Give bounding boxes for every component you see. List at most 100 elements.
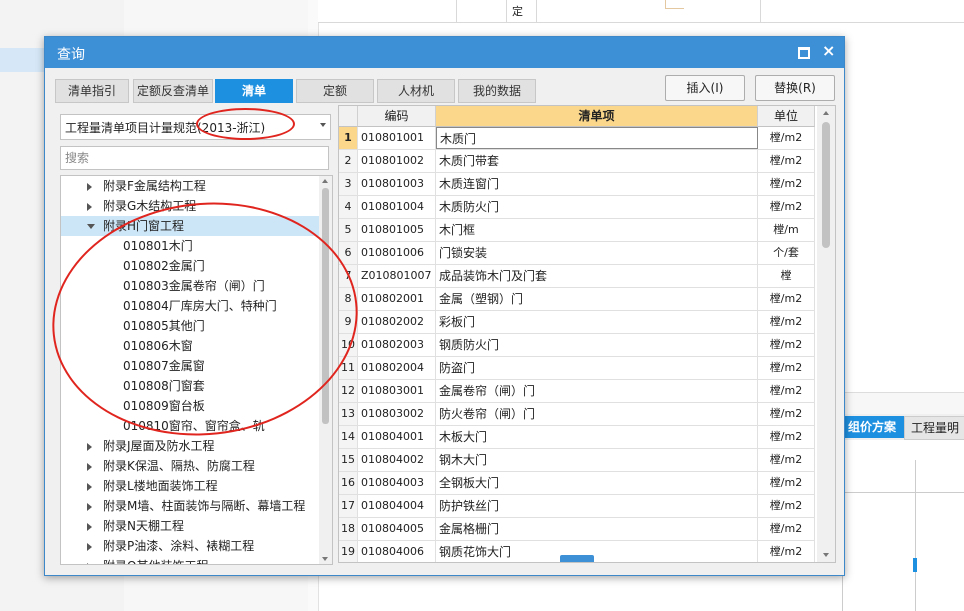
tree-node[interactable]: 附录F金属结构工程 — [61, 176, 319, 196]
row-number-cell[interactable]: 1 — [339, 127, 358, 149]
unit-cell[interactable]: 樘/m2 — [758, 173, 815, 195]
unit-cell[interactable]: 樘/m2 — [758, 196, 815, 218]
row-number-cell[interactable]: 15 — [339, 449, 358, 471]
table-row[interactable]: 10 010802003 钢质防火门 樘/m2 — [339, 334, 815, 357]
tab-quota[interactable]: 定额 — [296, 79, 374, 103]
unit-cell[interactable]: 樘/m2 — [758, 449, 815, 471]
row-number-cell[interactable]: 12 — [339, 380, 358, 402]
table-row[interactable]: 18 010804005 金属格栅门 樘/m2 — [339, 518, 815, 541]
expanded-arrow-icon[interactable] — [87, 224, 95, 229]
collapsed-arrow-icon[interactable] — [87, 543, 92, 551]
table-row[interactable]: 4 010801004 木质防火门 樘/m2 — [339, 196, 815, 219]
tree-node[interactable]: 附录J屋面及防水工程 — [61, 436, 319, 456]
item-name-cell[interactable]: 门锁安装 — [436, 242, 758, 264]
item-name-cell[interactable]: 全钢板大门 — [436, 472, 758, 494]
collapsed-arrow-icon[interactable] — [87, 503, 92, 511]
scroll-up-icon[interactable] — [322, 179, 328, 183]
code-cell[interactable]: 010802002 — [358, 311, 436, 333]
code-cell[interactable]: 010801006 — [358, 242, 436, 264]
unit-cell[interactable]: 樘/m2 — [758, 150, 815, 172]
tree-node[interactable]: 附录M墙、柱面装饰与隔断、幕墙工程 — [61, 496, 319, 516]
row-number-cell[interactable]: 4 — [339, 196, 358, 218]
item-name-cell[interactable]: 木门框 — [436, 219, 758, 241]
unit-cell[interactable]: 樘/m2 — [758, 380, 815, 402]
item-name-cell[interactable]: 木板大门 — [436, 426, 758, 448]
item-name-cell[interactable]: 防护铁丝门 — [436, 495, 758, 517]
unit-cell[interactable]: 樘/m2 — [758, 472, 815, 494]
unit-cell[interactable]: 樘/m — [758, 219, 815, 241]
code-cell[interactable]: 010804005 — [358, 518, 436, 540]
code-cell[interactable]: Z010801007 — [358, 265, 436, 287]
search-input[interactable] — [60, 146, 329, 170]
unit-cell[interactable]: 樘/m2 — [758, 357, 815, 379]
row-number-cell[interactable]: 14 — [339, 426, 358, 448]
code-cell[interactable]: 010801001 — [358, 127, 436, 149]
table-row[interactable]: 14 010804001 木板大门 樘/m2 — [339, 426, 815, 449]
item-name-cell[interactable]: 钢木大门 — [436, 449, 758, 471]
item-name-cell[interactable]: 木质防火门 — [436, 196, 758, 218]
row-number-cell[interactable]: 17 — [339, 495, 358, 517]
unit-cell[interactable]: 樘/m2 — [758, 518, 815, 540]
insert-button[interactable]: 插入(I) — [665, 75, 745, 101]
code-cell[interactable]: 010802001 — [358, 288, 436, 310]
chevron-down-icon[interactable] — [320, 123, 326, 127]
item-name-cell[interactable]: 金属卷帘（闸）门 — [436, 380, 758, 402]
row-number-cell[interactable]: 3 — [339, 173, 358, 195]
row-number-cell[interactable]: 19 — [339, 541, 358, 562]
unit-cell[interactable]: 樘/m2 — [758, 541, 815, 562]
row-number-cell[interactable]: 18 — [339, 518, 358, 540]
row-number-cell[interactable]: 13 — [339, 403, 358, 425]
grid-header-unit[interactable]: 单位 — [758, 106, 815, 127]
collapsed-arrow-icon[interactable] — [87, 203, 92, 211]
grid-header-item[interactable]: 清单项 — [436, 106, 758, 127]
background-tab-pricing[interactable]: 组价方案 — [842, 416, 912, 438]
code-cell[interactable]: 010802003 — [358, 334, 436, 356]
table-row[interactable]: 13 010803002 防火卷帘（闸）门 樘/m2 — [339, 403, 815, 426]
unit-cell[interactable]: 樘/m2 — [758, 127, 815, 149]
table-row[interactable]: 12 010803001 金属卷帘（闸）门 樘/m2 — [339, 380, 815, 403]
tree-node[interactable]: 附录N天棚工程 — [61, 516, 319, 536]
item-name-cell[interactable]: 木质门 — [436, 127, 758, 149]
code-cell[interactable]: 010804004 — [358, 495, 436, 517]
item-name-cell[interactable]: 钢质花饰大门 — [436, 541, 758, 562]
unit-cell[interactable]: 樘 — [758, 265, 815, 287]
code-cell[interactable]: 010801002 — [358, 150, 436, 172]
item-name-cell[interactable]: 钢质防火门 — [436, 334, 758, 356]
item-name-cell[interactable]: 木质连窗门 — [436, 173, 758, 195]
collapsed-arrow-icon[interactable] — [87, 523, 92, 531]
item-name-cell[interactable]: 金属（塑钢）门 — [436, 288, 758, 310]
table-row[interactable]: 7 Z010801007 成品装饰木门及门套樘 — [339, 265, 815, 288]
unit-cell[interactable]: 个/套 — [758, 242, 815, 264]
table-row[interactable]: 17 010804004 防护铁丝门 樘/m2 — [339, 495, 815, 518]
tab-quota-reverse[interactable]: 定额反查清单 — [133, 79, 213, 103]
collapsed-arrow-icon[interactable] — [87, 483, 92, 491]
unit-cell[interactable]: 樘/m2 — [758, 288, 815, 310]
dialog-title-bar[interactable]: 查询 × — [45, 37, 844, 68]
code-cell[interactable]: 010801005 — [358, 219, 436, 241]
unit-cell[interactable]: 樘/m2 — [758, 403, 815, 425]
scroll-down-icon[interactable] — [322, 557, 328, 561]
row-number-cell[interactable]: 2 — [339, 150, 358, 172]
item-name-cell[interactable]: 木质门带套 — [436, 150, 758, 172]
table-row[interactable]: 3 010801003 木质连窗门 樘/m2 — [339, 173, 815, 196]
tree-node[interactable]: 附录L楼地面装饰工程 — [61, 476, 319, 496]
code-cell[interactable]: 010803002 — [358, 403, 436, 425]
unit-cell[interactable]: 樘/m2 — [758, 426, 815, 448]
grid-scrollbar[interactable] — [817, 106, 835, 562]
unit-cell[interactable]: 樘/m2 — [758, 334, 815, 356]
code-cell[interactable]: 010804006 — [358, 541, 436, 562]
grid-scrollbar-thumb[interactable] — [822, 122, 830, 248]
close-icon[interactable]: × — [822, 42, 835, 60]
collapsed-arrow-icon[interactable] — [87, 563, 92, 564]
row-number-cell[interactable]: 16 — [339, 472, 358, 494]
table-row[interactable]: 6 010801006 门锁安装 个/套 — [339, 242, 815, 265]
code-cell[interactable]: 010802004 — [358, 357, 436, 379]
scroll-down-icon[interactable] — [823, 553, 829, 557]
splitter-handle[interactable] — [560, 555, 594, 562]
tree-node[interactable]: 附录Q其他装饰工程 — [61, 556, 319, 564]
table-row[interactable]: 2 010801002 木质门带套 樘/m2 — [339, 150, 815, 173]
table-row[interactable]: 16 010804003 全钢板大门 樘/m2 — [339, 472, 815, 495]
tab-bill[interactable]: 清单 — [215, 79, 293, 103]
item-name-cell[interactable]: 金属格栅门 — [436, 518, 758, 540]
code-cell[interactable]: 010804002 — [358, 449, 436, 471]
